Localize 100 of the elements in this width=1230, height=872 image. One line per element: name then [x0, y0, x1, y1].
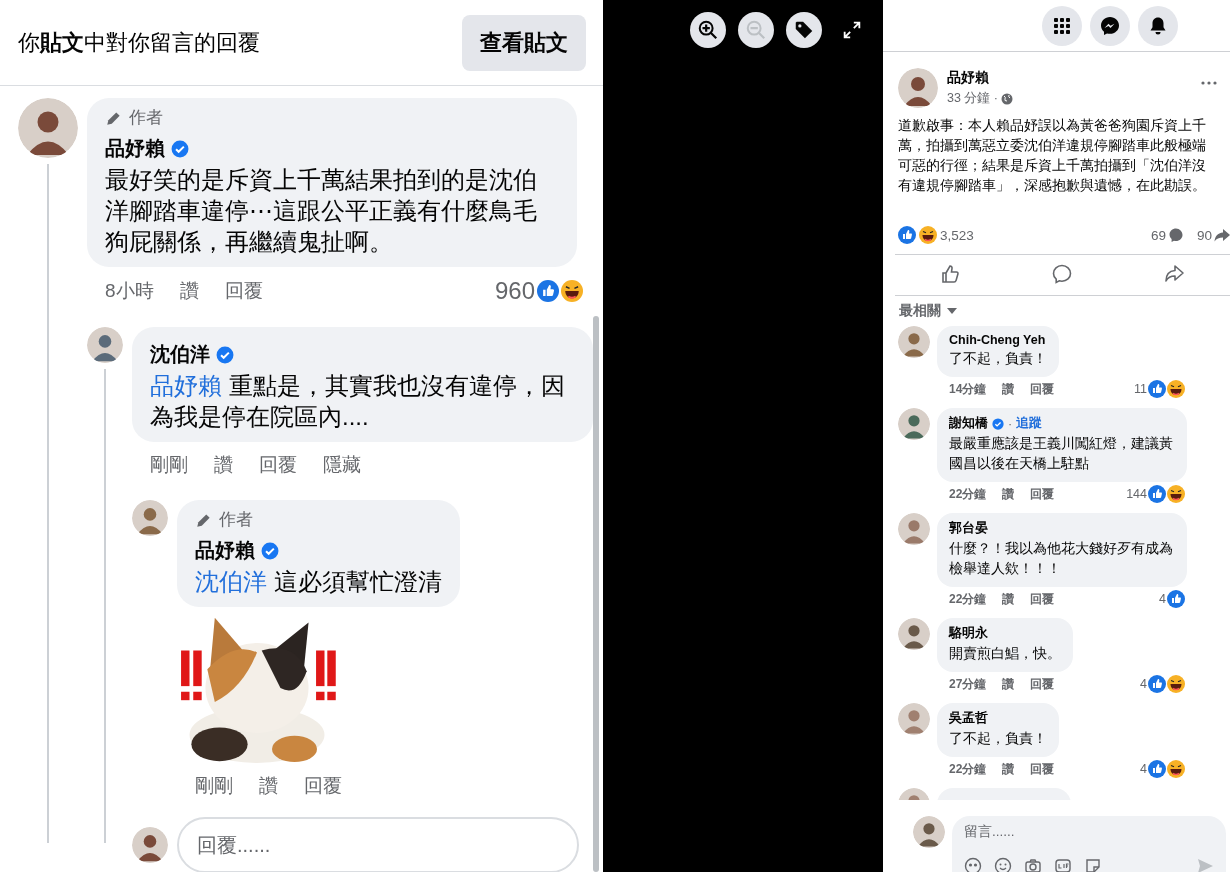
comment-text: 開賣煎白鯧，快。: [949, 645, 1061, 663]
emoji-button[interactable]: [994, 857, 1012, 872]
comment-action-link[interactable]: 回覆: [304, 773, 342, 799]
comment-count[interactable]: 69: [1150, 227, 1166, 243]
comment-text: 沈伯洋 這必須幫忙澄清: [195, 567, 442, 597]
comment-time[interactable]: 22分鐘: [949, 590, 987, 608]
follow-link[interactable]: 追蹤: [1016, 415, 1043, 432]
like-reaction-icon: [1148, 675, 1166, 693]
grid-icon: [1052, 15, 1072, 36]
comment-time[interactable]: 22分鐘: [949, 760, 987, 778]
commenter-name[interactable]: 吳孟哲: [949, 710, 988, 727]
mention-link[interactable]: 沈伯洋: [195, 568, 267, 595]
comment-action-link[interactable]: 讚: [179, 278, 199, 304]
avatar: [87, 327, 123, 363]
caret-icon: [947, 308, 957, 314]
comment-time[interactable]: 27分鐘: [949, 675, 987, 693]
post-time[interactable]: 33 分鐘 ·: [947, 90, 998, 107]
comment-icon: [1167, 227, 1184, 243]
camera-button[interactable]: [1024, 857, 1042, 872]
zoom-in-button[interactable]: [690, 12, 726, 48]
commenter-name[interactable]: 品妤賴: [195, 537, 255, 564]
comment-text: 最嚴重應該是王義川闖紅燈，建議黃國昌以後在天橋上駐點: [949, 435, 1174, 473]
commenter-name[interactable]: 郭台晏: [949, 520, 988, 537]
more-options-icon[interactable]: [1200, 80, 1218, 86]
panel-title: 你貼文中對你留言的回覆: [18, 28, 260, 57]
comment-time[interactable]: 8小時: [105, 278, 154, 304]
share-count[interactable]: 90: [1196, 227, 1212, 243]
comment-time[interactable]: 剛剛: [150, 452, 188, 478]
comment-time[interactable]: 14分鐘: [949, 380, 987, 398]
avatar: [913, 816, 945, 848]
reaction-count[interactable]: 3,523: [940, 227, 974, 243]
separator-dot: ·: [1008, 416, 1013, 431]
comment-action-link[interactable]: 回覆: [1030, 675, 1055, 693]
comment-action-link[interactable]: 讚: [1002, 590, 1015, 608]
comment-action-link[interactable]: 回覆: [1030, 590, 1055, 608]
comment-action-link[interactable]: 讚: [1002, 675, 1015, 693]
comment-text: 最好笑的是斥資上千萬結果拍到的是沈伯洋腳踏車違停⋯這跟公平正義有什麼鳥毛狗屁關係，再繼續鬼扯啊。: [105, 165, 538, 257]
laughing-reaction-icon: [561, 280, 583, 302]
globe-icon: [1001, 92, 1013, 105]
sort-dropdown[interactable]: 最相關: [898, 296, 957, 320]
comment-action-link[interactable]: 回覆: [1030, 760, 1055, 778]
comment-field[interactable]: 留言......: [952, 816, 1226, 872]
avatar: [18, 98, 78, 158]
comment-action-link[interactable]: 回覆: [224, 278, 263, 304]
comment-action-link[interactable]: 回覆: [259, 452, 297, 478]
comment-action-link[interactable]: 讚: [1002, 760, 1015, 778]
tag-button[interactable]: [786, 12, 822, 48]
commenter-name[interactable]: 謝知橋: [949, 415, 988, 432]
menu-button[interactable]: [1042, 5, 1082, 46]
comment-time[interactable]: 剛剛: [195, 773, 233, 799]
gif-button[interactable]: [1054, 857, 1072, 872]
chat-icon: [1100, 15, 1120, 36]
laughing-reaction-icon: [1167, 380, 1185, 398]
expand-icon: [841, 19, 863, 41]
commenter-name[interactable]: 駱明永: [949, 625, 988, 642]
scrollbar[interactable]: [593, 316, 599, 872]
tag-icon: [793, 19, 815, 41]
comment-action-link[interactable]: 讚: [1002, 380, 1015, 398]
comment-action-link[interactable]: 隱藏: [323, 452, 361, 478]
avatar: [898, 326, 930, 358]
commenter-name[interactable]: Chih-Cheng Yeh: [949, 333, 1046, 347]
zoom-out-icon: [745, 19, 767, 41]
mention-link[interactable]: 品妤賴: [150, 372, 222, 399]
comment-input[interactable]: 留言......: [964, 824, 1214, 839]
commenter-name[interactable]: 沈伯洋: [150, 341, 210, 368]
laughing-reaction-icon: [1167, 485, 1185, 503]
post-text: 道歉啟事：本人賴品妤誤以為黃爸爸狗園斥資上千萬，拍攝到萬惡立委沈伯洋違規停腳踏車此般極端可惡的行徑；結果是斥資上千萬拍攝到「沈伯洋沒有違規停腳踏車」，深感抱歉與遺憾，在此勘誤。: [898, 117, 1207, 195]
comment-time[interactable]: 22分鐘: [949, 485, 987, 503]
like-reaction-icon: [1148, 485, 1166, 503]
like-reaction-icon: [1148, 760, 1166, 778]
comment-text: 品妤賴 重點是，其實我也沒有違停，因為我是停在院區內....: [150, 371, 566, 432]
zoom-in-icon: [697, 19, 719, 41]
view-post-button[interactable]: 查看貼文: [462, 14, 586, 71]
reaction-count: 4: [1159, 592, 1166, 606]
avatar: [898, 408, 930, 440]
avatar-sticker-button[interactable]: [964, 857, 982, 872]
comment-action-link[interactable]: 回覆: [1030, 380, 1055, 398]
share-icon: [1163, 262, 1186, 285]
commenter-name[interactable]: 品妤賴: [105, 135, 165, 162]
comment-action-link[interactable]: 讚: [259, 773, 278, 799]
reaction-count: 144: [1126, 487, 1147, 501]
reaction-count: 960: [494, 277, 535, 305]
like-reaction-icon: [898, 226, 916, 244]
poster-name[interactable]: 品妤賴: [947, 69, 1191, 87]
laughing-reaction-icon: [1167, 760, 1185, 778]
comment-action-link[interactable]: 讚: [1002, 485, 1015, 503]
like-reaction-icon: [1148, 380, 1166, 398]
author-label: 作者: [129, 107, 163, 129]
bell-icon: [1148, 15, 1168, 36]
comment-action-link[interactable]: 讚: [214, 452, 233, 478]
reaction-count: 4: [1140, 677, 1147, 691]
reply-field[interactable]: 回覆......: [177, 817, 579, 872]
comment-text: 了不起，負責！: [949, 350, 1047, 368]
laughing-reaction-icon: [1167, 675, 1185, 693]
avatar: [898, 68, 938, 108]
sticker-button[interactable]: [1084, 857, 1102, 872]
comment-action-link[interactable]: 回覆: [1030, 485, 1055, 503]
notifications-button[interactable]: [1138, 5, 1178, 46]
chat-button[interactable]: [1090, 5, 1130, 46]
avatar: [898, 618, 930, 650]
